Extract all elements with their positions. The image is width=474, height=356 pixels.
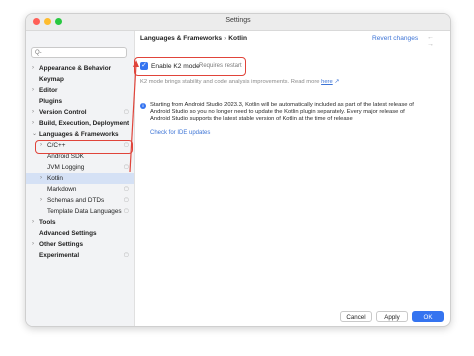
sidebar-item-label: Version Control bbox=[39, 109, 87, 116]
apply-button[interactable]: Apply bbox=[376, 311, 408, 322]
settings-window: Settings Q- › Appearance & Behavior Keymap… bbox=[25, 13, 451, 327]
project-level-icon: ▢ bbox=[124, 252, 129, 258]
sidebar-item-languages-frameworks[interactable]: ⌄ Languages & Frameworks bbox=[26, 129, 134, 140]
settings-tree: › Appearance & Behavior Keymap › Editor Plugi… bbox=[26, 63, 134, 261]
sidebar-item-label: Other Settings bbox=[39, 241, 84, 248]
sidebar-item-plugins[interactable]: Plugins bbox=[26, 96, 134, 107]
sidebar-item-advanced-settings[interactable]: Advanced Settings bbox=[26, 228, 134, 239]
sidebar-item-kotlin[interactable]: › Kotlin bbox=[26, 173, 134, 184]
sidebar-item-editor[interactable]: › Editor bbox=[26, 85, 134, 96]
sidebar-item-version-control[interactable]: › Version Control ▢ bbox=[26, 107, 134, 118]
chevron-icon[interactable]: ⌄ bbox=[32, 129, 37, 140]
requires-restart-hint: Requires restart bbox=[199, 63, 242, 69]
sidebar-item-label: Editor bbox=[39, 87, 58, 94]
sidebar-item-label: Schemas and DTDs bbox=[47, 197, 105, 204]
project-level-icon: ▢ bbox=[124, 109, 129, 115]
enable-k2-label[interactable]: Enable K2 mode bbox=[151, 63, 200, 70]
sidebar-item-label: JVM Logging bbox=[47, 164, 85, 171]
k2-description: K2 mode brings stability and code analys… bbox=[140, 79, 339, 85]
sidebar-item-label: Tools bbox=[39, 219, 56, 226]
ok-button[interactable]: OK bbox=[412, 311, 444, 322]
sidebar-item-label: Template Data Languages bbox=[47, 208, 122, 215]
chevron-icon[interactable]: › bbox=[32, 63, 34, 74]
external-link-icon: ↗ bbox=[332, 79, 340, 85]
k2-description-text: K2 mode brings stability and code analys… bbox=[140, 79, 322, 85]
sidebar-item-label: Languages & Frameworks bbox=[39, 131, 119, 138]
chevron-icon[interactable]: › bbox=[32, 217, 34, 228]
sidebar-item-label: Plugins bbox=[39, 98, 63, 105]
project-level-icon: ▢ bbox=[124, 186, 129, 192]
sidebar-item-label: Kotlin bbox=[47, 175, 63, 182]
kotlin-highlight-box bbox=[35, 140, 133, 154]
project-level-icon: ▢ bbox=[124, 208, 129, 214]
info-icon: i bbox=[140, 103, 146, 109]
sidebar-item-experimental[interactable]: Experimental ▢ bbox=[26, 250, 134, 261]
sidebar-item-other-settings[interactable]: › Other Settings bbox=[26, 239, 134, 250]
breadcrumb-kotlin: Kotlin bbox=[228, 35, 247, 42]
kotlin-info-text: Starting from Android Studio 2023.3, Kot… bbox=[150, 102, 414, 123]
chevron-icon[interactable]: › bbox=[32, 118, 34, 129]
chevron-icon[interactable]: › bbox=[32, 239, 34, 250]
chevron-icon[interactable]: › bbox=[40, 173, 42, 184]
sidebar-item-jvm-logging[interactable]: JVM Logging ▢ bbox=[26, 162, 134, 173]
dialog-footer: Cancel Apply OK bbox=[135, 308, 450, 326]
breadcrumb-languages[interactable]: Languages & Frameworks bbox=[140, 35, 222, 42]
sidebar-item-tools[interactable]: › Tools bbox=[26, 217, 134, 228]
sidebar-item-template-data-languages[interactable]: Template Data Languages ▢ bbox=[26, 206, 134, 217]
read-more-link[interactable]: here bbox=[321, 79, 333, 85]
sidebar-item-label: Keymap bbox=[39, 76, 64, 83]
project-level-icon: ▢ bbox=[124, 164, 129, 170]
sidebar-item-keymap[interactable]: Keymap bbox=[26, 74, 134, 85]
cancel-button[interactable]: Cancel bbox=[340, 311, 372, 322]
kotlin-settings-panel: Languages & Frameworks › Kotlin Revert cha… bbox=[134, 31, 450, 326]
breadcrumb-separator: › bbox=[224, 35, 227, 42]
chevron-icon[interactable]: › bbox=[32, 107, 34, 118]
sidebar-item-label: Experimental bbox=[39, 252, 80, 259]
sidebar-item-label: Appearance & Behavior bbox=[39, 65, 112, 72]
sidebar-item-build-execution-deployment[interactable]: › Build, Execution, Deployment bbox=[26, 118, 134, 129]
sidebar-item-markdown[interactable]: Markdown ▢ bbox=[26, 184, 134, 195]
sidebar-item-appearance-behavior[interactable]: › Appearance & Behavior bbox=[26, 63, 134, 74]
revert-changes-link[interactable]: Revert changes bbox=[372, 35, 418, 42]
settings-sidebar: Q- › Appearance & Behavior Keymap › Editor Pl… bbox=[26, 31, 135, 326]
sidebar-item-schemas-and-dtds[interactable]: › Schemas and DTDs ▢ bbox=[26, 195, 134, 206]
enable-k2-checkbox[interactable]: ✓ bbox=[140, 62, 148, 70]
breadcrumb: Languages & Frameworks › Kotlin bbox=[140, 35, 247, 42]
project-level-icon: ▢ bbox=[124, 197, 129, 203]
title-bar: Settings bbox=[26, 14, 450, 31]
sidebar-item-label: Advanced Settings bbox=[39, 230, 97, 237]
chevron-icon[interactable]: › bbox=[32, 85, 34, 96]
check-ide-updates-link[interactable]: Check for IDE updates bbox=[150, 130, 210, 136]
sidebar-item-label: Markdown bbox=[47, 186, 77, 193]
chevron-icon[interactable]: › bbox=[40, 195, 42, 206]
window-title: Settings bbox=[225, 17, 251, 24]
sidebar-item-label: Build, Execution, Deployment bbox=[39, 120, 130, 127]
settings-search-input[interactable]: Q- bbox=[31, 47, 127, 58]
back-forward-arrows[interactable]: ← → bbox=[427, 34, 450, 48]
